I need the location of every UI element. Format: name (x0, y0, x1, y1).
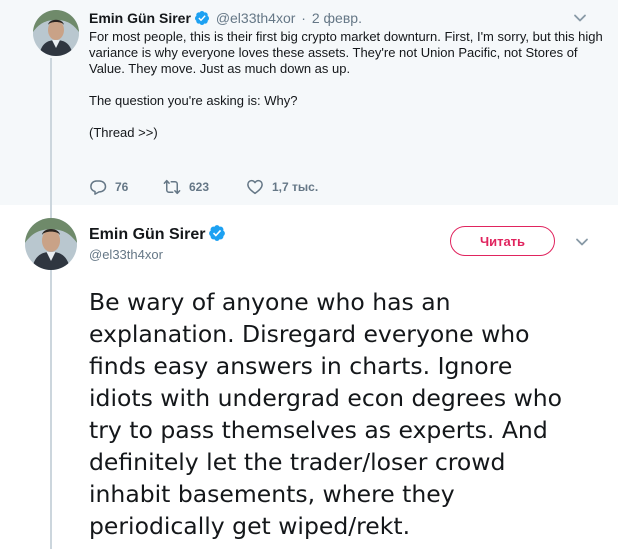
tweet-text-line: try to pass themselves as experts. And (89, 416, 548, 444)
author-avatar[interactable] (25, 218, 77, 270)
tweet-text-line: finds easy answers in charts. Ignore (89, 352, 513, 380)
main-tweet-text: Be wary of anyone who has an explanation… (89, 286, 609, 542)
like-count: 1,7 тыс. (272, 180, 319, 194)
follow-button[interactable]: Читать (450, 226, 555, 256)
author-name-row: Emin Gün Sirer (89, 224, 226, 244)
parent-tweet[interactable]: Emin Gün Sirer @el33th4xor · 2 февр. For… (0, 0, 618, 205)
tweet-paragraph: For most people, this is their first big… (89, 29, 603, 76)
tweet-date[interactable]: 2 февр. (312, 10, 362, 26)
chevron-down-icon[interactable] (574, 234, 590, 250)
author-avatar[interactable] (33, 10, 79, 56)
chevron-down-icon[interactable] (572, 10, 588, 26)
like-button[interactable]: 1,7 тыс. (246, 178, 318, 196)
tweet-paragraph: The question you're asking is: Why? (89, 93, 298, 108)
tweet-text-line: definitely let the trader/loser crowd (89, 448, 506, 476)
retweet-icon (163, 179, 181, 195)
reply-count: 76 (115, 180, 129, 194)
avatar-photo (33, 10, 79, 56)
thread-connector-line (50, 58, 52, 549)
parent-tweet-header: Emin Gün Sirer @el33th4xor · 2 февр. (89, 9, 362, 27)
tweet-paragraph: (Thread >>) (89, 125, 158, 140)
reply-icon (90, 180, 107, 195)
tweet-text-line: explanation. Disregard everyone who (89, 320, 530, 348)
header-separator: · (301, 10, 306, 26)
parent-tweet-text: For most people, this is their first big… (89, 29, 604, 141)
reply-button[interactable]: 76 (89, 178, 128, 196)
tweet-text-line: inhabit basements, where they (89, 480, 455, 508)
author-handle[interactable]: @el33th4xor (216, 10, 296, 26)
tweet-text-line: periodically get wiped/rekt. (89, 512, 411, 540)
retweet-count: 623 (189, 180, 210, 194)
author-name[interactable]: Emin Gün Sirer (89, 226, 205, 243)
tweet-text-line: Be wary of anyone who has an (89, 288, 451, 316)
tweet-text-line: idiots with undergrad econ degrees who (89, 384, 563, 412)
author-handle[interactable]: @el33th4xor (89, 247, 163, 262)
author-name[interactable]: Emin Gün Sirer (89, 10, 191, 26)
verified-badge-icon (209, 225, 226, 241)
verified-badge-icon (194, 11, 209, 25)
heart-icon (247, 179, 263, 195)
avatar-photo (25, 218, 77, 270)
retweet-button[interactable]: 623 (163, 178, 209, 196)
